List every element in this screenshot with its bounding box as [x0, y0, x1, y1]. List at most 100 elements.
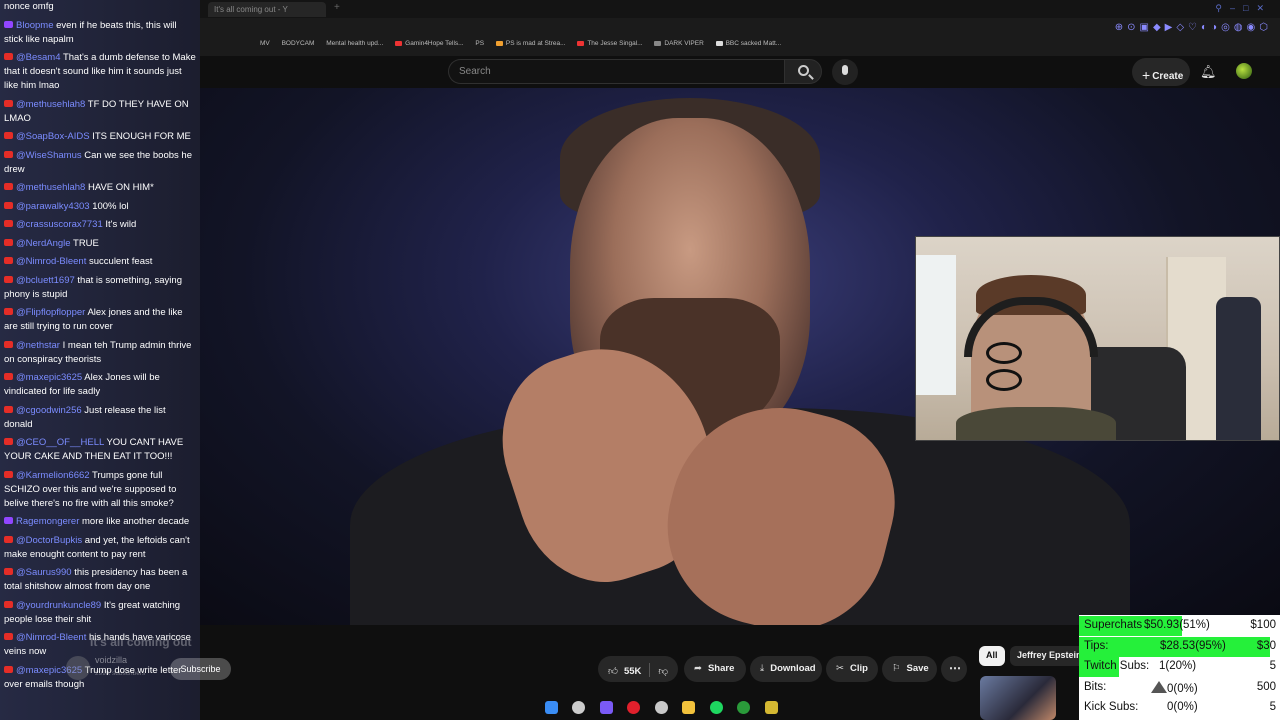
youtube-icon — [4, 405, 13, 413]
xbox-icon[interactable] — [737, 701, 751, 714]
chat-username[interactable]: @maxepic3625 — [16, 372, 82, 383]
recommended-thumbnail[interactable] — [980, 676, 1056, 720]
new-tab-icon[interactable]: + — [334, 2, 340, 13]
browser-icon[interactable] — [654, 701, 668, 714]
channel-name[interactable]: voidzilla — [95, 655, 127, 665]
bookmark-item[interactable]: PS is mad at Strea... — [495, 40, 566, 47]
chat-username[interactable]: @DoctorBupkis — [16, 535, 82, 546]
twitch-icon — [4, 20, 13, 28]
chat-username[interactable]: @CEO__OF__HELL — [16, 437, 104, 448]
subscribe-button[interactable]: Subscribe — [170, 658, 231, 680]
goal-percent: (51%) — [1179, 619, 1210, 631]
glasses-icon — [986, 342, 1076, 391]
extension-icons[interactable]: ⊕⊙▣◆▶◇♡◐◑◎◍◉⬡ — [1115, 22, 1272, 33]
goal-row: Superchats $50.93(51%) $100 — [1079, 616, 1280, 636]
chip-topic[interactable]: Jeffrey Epstein — [1010, 646, 1089, 666]
spotify-icon[interactable] — [709, 701, 723, 714]
goal-row: Tips: $28.53(95%) $30 — [1079, 636, 1280, 657]
chat-message: @CEO__OF__HELL YOU CANT HAVE YOUR CAKE A… — [4, 436, 196, 464]
folder-icon — [654, 40, 662, 46]
clip-button[interactable]: ✂ Clip — [826, 656, 878, 682]
chat-username[interactable]: Ragemongerer — [16, 516, 79, 527]
share-label: Share — [707, 663, 735, 674]
youtube-icon — [4, 340, 13, 348]
chat-username[interactable]: @parawalky4303 — [16, 201, 90, 212]
youtube-icon — [4, 470, 13, 478]
chat-message: @WiseShamus Can we see the boobs he drew — [4, 149, 196, 177]
chat-username[interactable]: @crassuscorax7731 — [16, 219, 103, 230]
like-button[interactable]: 👍︎ 55K 👎︎ — [598, 656, 678, 682]
chat-username[interactable]: @Flipflopflopper — [16, 307, 85, 318]
goal-target: 5 — [1269, 701, 1276, 713]
bookmark-item[interactable]: The Jesse Singal... — [577, 40, 643, 47]
chat-username[interactable]: @cgoodwin256 — [16, 405, 82, 416]
thumbs-down-icon[interactable]: 👎︎ — [658, 666, 668, 677]
chat-message: @crassuscorax7731 It's wild — [4, 218, 196, 232]
channel-avatar[interactable] — [66, 656, 90, 680]
chip-all[interactable]: All — [979, 646, 1005, 666]
chat-message: @maxepic3625 Trump dose write letter ove… — [4, 664, 196, 692]
search-button[interactable] — [784, 59, 822, 84]
chat-username[interactable]: @Nimrod-Bleent — [16, 256, 86, 267]
chat-message: @methusehlah8 HAVE ON HIM* — [4, 181, 196, 195]
chat-username[interactable]: @SoapBox-AIDS — [16, 131, 90, 142]
chat-username[interactable]: @WiseShamus — [16, 150, 82, 161]
chat-username[interactable]: @yourdrunkuncle89 — [16, 600, 101, 611]
search-icon[interactable] — [572, 701, 586, 714]
folder-icon[interactable] — [682, 701, 696, 714]
chat-username[interactable]: @Besam4 — [16, 52, 61, 63]
search-input[interactable]: Search — [448, 59, 784, 84]
goal-target: $30 — [1256, 639, 1276, 652]
bookmark-item[interactable]: DARK VIPER — [654, 40, 704, 47]
mic-icon — [842, 65, 848, 75]
chat-username[interactable]: @nethstar — [16, 340, 60, 351]
chat-message: @Saurus990 this presidency has been a to… — [4, 566, 196, 594]
download-button[interactable]: ⤓ Download — [750, 656, 822, 682]
app-icon[interactable] — [764, 701, 778, 714]
taskbar — [540, 698, 783, 718]
opera-icon[interactable] — [627, 701, 641, 714]
account-avatar[interactable] — [1236, 63, 1252, 79]
goal-progress-text: $28.53(95%) — [1160, 640, 1226, 652]
chat-username[interactable]: @Nimrod-Bleent — [16, 632, 86, 643]
twitch-icon — [4, 517, 13, 524]
bookmark-item[interactable]: MV — [260, 40, 270, 47]
webcam-window — [916, 255, 956, 395]
goal-label: Bits: — [1084, 680, 1107, 693]
chat-username[interactable]: @methusehlah8 — [16, 182, 85, 193]
notifications-bell-icon[interactable]: 🔔︎ — [1200, 64, 1217, 80]
goal-row: Twitch Subs: 1(20%) 5 — [1079, 657, 1280, 677]
voice-search-button[interactable] — [832, 59, 858, 85]
app-icon[interactable] — [599, 701, 613, 714]
youtube-icon — [4, 665, 13, 673]
goal-row: Kick Subs: 0(0%) 5 — [1079, 698, 1280, 718]
window-controls[interactable]: ⚲–□✕ — [1215, 3, 1272, 14]
youtube-icon — [577, 40, 585, 46]
create-button[interactable]: + Create — [1132, 58, 1190, 86]
youtube-icon — [4, 308, 13, 315]
browser-tab[interactable]: It's all coming out - Y — [208, 2, 326, 17]
bookmark-item[interactable]: Mental health upd... — [326, 40, 383, 47]
chat-username[interactable]: @methusehlah8 — [16, 99, 85, 110]
youtube-icon — [4, 257, 13, 264]
youtube-icon — [4, 633, 13, 640]
save-button[interactable]: ⚐ Save — [882, 656, 937, 682]
scissors-icon: ✂ — [836, 663, 844, 674]
chat-username[interactable]: @NerdAngle — [16, 238, 71, 249]
chat-username[interactable]: @Karmelion6662 — [16, 470, 90, 481]
youtube-icon — [4, 600, 13, 608]
windows-start-icon[interactable] — [545, 701, 558, 714]
chat-text: TRUE — [73, 237, 99, 249]
bookmark-item[interactable]: PS — [475, 40, 484, 47]
chat-message: @bcluett1697 that is something, saying p… — [4, 274, 196, 302]
share-button[interactable]: ➦ Share — [684, 656, 746, 682]
bookmark-item[interactable]: BBC sacked Matt... — [715, 40, 781, 47]
goal-target: 5 — [1269, 660, 1276, 672]
chat-username[interactable]: @bcluett1697 — [16, 275, 75, 286]
bookmark-item[interactable]: BODYCAM — [282, 40, 315, 47]
youtube-icon — [4, 568, 13, 575]
more-options-icon[interactable]: ⋯ — [941, 656, 967, 682]
chat-username[interactable]: Bloopme — [16, 20, 54, 31]
chat-username[interactable]: @Saurus990 — [16, 567, 72, 578]
bookmark-item[interactable]: Gamin4Hope Tells... — [395, 40, 464, 47]
